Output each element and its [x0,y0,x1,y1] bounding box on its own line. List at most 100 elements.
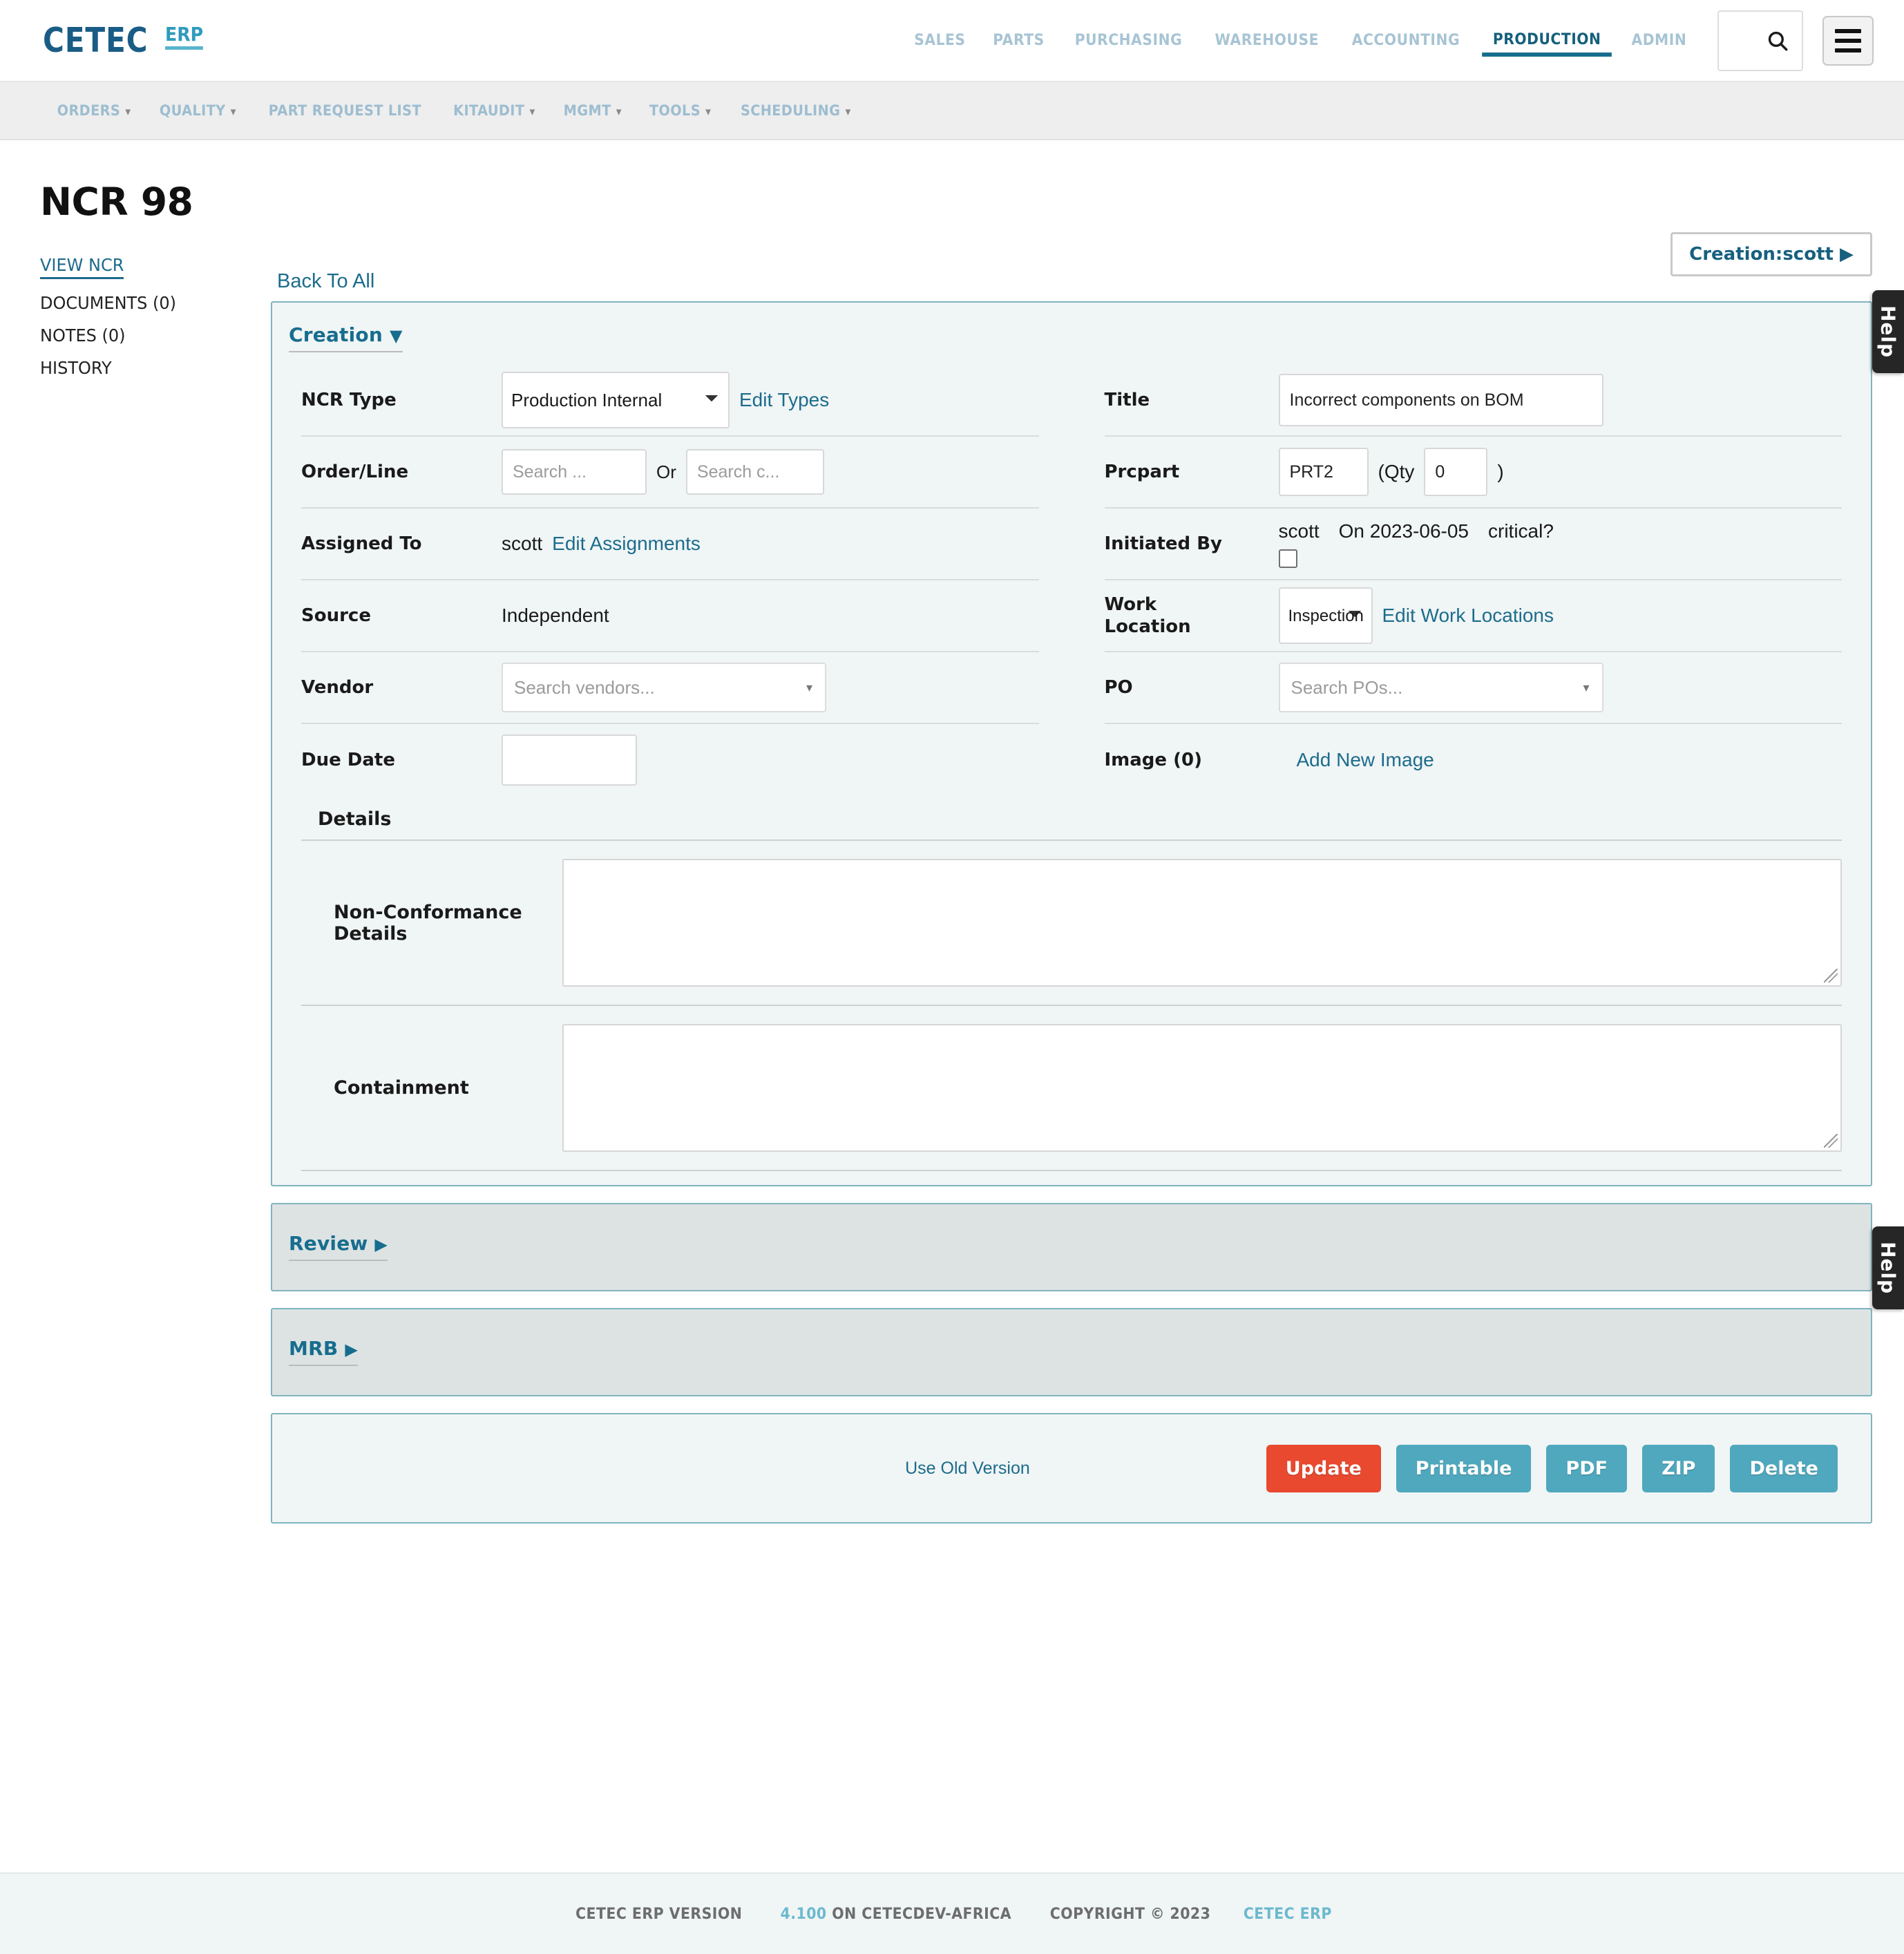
sidebar: VIEW NCR DOCUMENTS (0) NOTES (0) HISTORY [0,224,269,392]
subnav-label: SCHEDULING [741,102,841,119]
search-input[interactable] [1717,10,1803,71]
footer-version-host: ON CETECDEV-AFRICA [832,1905,1012,1923]
subnav-item-tools[interactable]: TOOLS ▾ [639,102,721,119]
add-new-image-link[interactable]: Add New Image [1297,749,1434,771]
field-row-containment: Containment [301,1006,1842,1171]
nav-item-warehouse[interactable]: WAREHOUSE [1204,25,1330,56]
creation-section-toggle[interactable]: Creation ▼ [289,323,403,352]
mrb-section-label: MRB [289,1337,339,1360]
hamburger-icon-line [1835,38,1861,43]
cetec-erp-logo[interactable]: CETEC ERP [43,23,208,57]
back-to-all-link[interactable]: Back To All [277,270,374,293]
logo-erp-text: ERP [165,25,204,50]
page-title: NCR 98 [40,180,193,224]
pdf-button[interactable]: PDF [1546,1444,1628,1492]
footer-version-label: CETEC ERP VERSION [575,1905,742,1923]
subnav-item-quality[interactable]: QUALITY ▾ [149,102,246,119]
mrb-section-toggle[interactable]: MRB ▶ [289,1337,358,1366]
nav-item-accounting[interactable]: ACCOUNTING [1341,25,1471,56]
nav-item-admin[interactable]: ADMIN [1621,25,1697,56]
non-conformance-details-textarea[interactable] [562,859,1842,987]
sidebar-item-documents[interactable]: DOCUMENTS (0) [40,294,176,312]
hamburger-icon-line [1835,48,1861,53]
order-line-alt-search-input[interactable] [685,449,824,495]
subnav-label: KITAUDIT [453,102,525,119]
po-placeholder: Search POs... [1291,676,1403,698]
field-row-work-location: Work Location Inspection Edit Work Locati… [1104,580,1842,652]
subnav-item-part-request-list[interactable]: PART REQUEST LIST [258,102,432,119]
subnav-label: QUALITY [159,102,226,119]
nav-item-parts[interactable]: PARTS [982,25,1056,56]
containment-textarea[interactable] [562,1024,1842,1152]
update-button[interactable]: Update [1266,1444,1381,1492]
critical-checkbox[interactable] [1278,549,1297,568]
field-row-due-date: Due Date [301,724,1039,796]
page-body: NCR 98 VIEW NCR DOCUMENTS (0) NOTES (0) … [0,180,1904,1524]
help-tab-label: Help [1876,1241,1900,1295]
prcpart-qty-input[interactable] [1424,448,1488,496]
printable-button[interactable]: Printable [1396,1444,1532,1492]
help-tab-top[interactable]: Help [1872,290,1904,373]
action-bar: Use Old Version Update Printable PDF ZIP… [271,1413,1872,1524]
field-row-title: Title [1104,365,1842,437]
sidebar-item-history[interactable]: HISTORY [40,359,112,377]
nav-item-sales[interactable]: SALES [903,25,976,56]
nav-item-production[interactable]: PRODUCTION [1482,24,1612,57]
work-location-select[interactable]: Inspection [1278,587,1373,644]
page-footer: CETEC ERP VERSION 4.100 ON CETECDEV-AFRI… [0,1872,1904,1954]
edit-types-link[interactable]: Edit Types [739,389,829,411]
subnav-item-mgmt[interactable]: MGMT ▾ [553,102,632,119]
main-nav: SALES PARTS PURCHASING WAREHOUSE ACCOUNT… [900,10,1874,71]
footer-brand-link[interactable]: CETEC ERP [1244,1906,1332,1923]
creation-panel: Creation ▼ NCR Type Production Internal [271,301,1872,1186]
field-row-image: Image (0) Add New Image [1105,724,1843,796]
source-label: Source [301,605,371,626]
due-date-label: Due Date [301,749,395,770]
main-column: Creation:scott ▶ Back To All Creation ▼ … [269,224,1904,1524]
details-heading: Details [301,796,1842,841]
creation-scott-badge[interactable]: Creation:scott ▶ [1670,232,1872,276]
creation-form-grid: NCR Type Production Internal Edit Types … [272,352,1871,796]
title-input[interactable] [1278,374,1603,426]
chevron-down-icon: ▾ [806,680,812,694]
sidebar-item-notes[interactable]: NOTES (0) [40,327,126,344]
subnav-item-orders[interactable]: ORDERS ▾ [47,102,141,119]
subnav-item-scheduling[interactable]: SCHEDULING ▾ [730,102,861,119]
prcpart-input[interactable] [1278,448,1369,496]
vendor-search-select[interactable]: Search vendors... ▾ [502,663,826,712]
ncr-type-select[interactable]: Production Internal [502,372,730,428]
order-search-input[interactable] [502,449,647,495]
edit-work-locations-link[interactable]: Edit Work Locations [1382,605,1554,627]
details-section: Details Non-Conformance Details Containm… [272,796,1871,1185]
po-label: PO [1104,676,1133,698]
field-row-prcpart: Prcpart (Qty ) [1104,437,1842,509]
field-row-non-conformance-details: Non-Conformance Details [301,841,1842,1006]
chevron-right-icon: ▶ [374,1235,388,1254]
hamburger-menu-button[interactable] [1822,15,1874,66]
subnav-item-kitaudit[interactable]: KITAUDIT ▾ [444,102,546,119]
nav-item-purchasing[interactable]: PURCHASING [1064,25,1193,56]
top-navigation-bar: CETEC ERP SALES PARTS PURCHASING WAREHOU… [0,0,1904,82]
help-tab-bottom[interactable]: Help [1872,1226,1904,1309]
edit-assignments-link[interactable]: Edit Assignments [552,533,701,555]
use-old-version-link[interactable]: Use Old Version [905,1459,1030,1479]
field-row-initiated-by: Initiated By scott On 2023-06-05 critica… [1104,509,1842,580]
non-conformance-details-label: Non-Conformance Details [334,901,522,945]
initiated-by-date: On 2023-06-05 [1338,520,1469,542]
due-date-input[interactable] [502,734,637,786]
initiated-by-user: scott [1278,520,1320,542]
prcpart-label: Prcpart [1104,461,1180,482]
sub-navigation-bar: ORDERS ▾ QUALITY ▾ PART REQUEST LIST KIT… [0,82,1904,140]
chevron-down-icon: ▾ [845,105,851,119]
sidebar-item-view-ncr[interactable]: VIEW NCR [40,256,124,279]
ncr-type-label: NCR Type [301,389,397,410]
subnav-label: TOOLS [649,102,701,119]
zip-button[interactable]: ZIP [1642,1444,1715,1492]
logo-cetec-text: CETEC [43,21,149,60]
chevron-down-icon: ▾ [1583,680,1590,694]
delete-button[interactable]: Delete [1730,1444,1838,1492]
subnav-label: MGMT [563,102,611,119]
review-section-toggle[interactable]: Review ▶ [289,1232,388,1261]
vendor-label: Vendor [301,676,374,698]
po-search-select[interactable]: Search POs... ▾ [1278,663,1603,712]
